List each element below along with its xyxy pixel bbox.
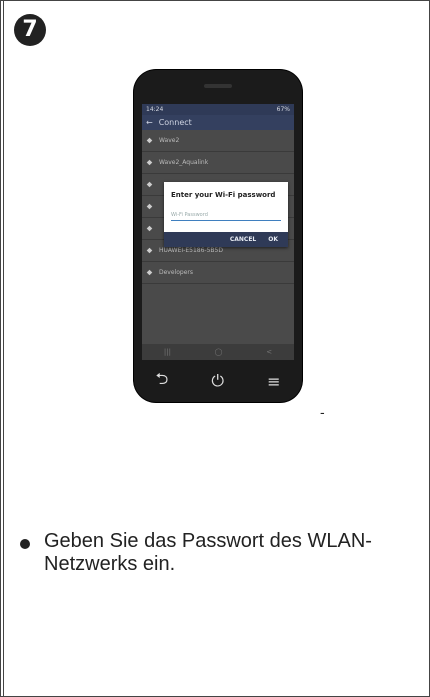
status-time: 14:24 (146, 106, 164, 113)
instruction-bullet: Geben Sie das Passwort des WLAN-Netzwerk… (20, 530, 410, 576)
wifi-network-item[interactable]: Wave2 (142, 130, 294, 152)
wifi-icon (146, 181, 153, 188)
wifi-icon (146, 159, 153, 166)
left-border-line (3, 0, 4, 697)
step-number-badge: 7 (14, 14, 46, 46)
wifi-network-name: Wave2 (159, 137, 180, 144)
hardware-nav-bar: ⮌ ⏻ ≡ (134, 360, 302, 402)
cancel-button[interactable]: CANCEL (230, 236, 256, 243)
back-arrow-icon[interactable]: ← (146, 118, 153, 127)
wifi-network-name: Wave2_Aqualink (159, 159, 209, 166)
wifi-network-name: HUAWEI-E5186-5B5D (159, 247, 223, 254)
dialog-title: Enter your Wi-Fi password (171, 191, 276, 199)
wifi-network-item[interactable]: Developers (142, 262, 294, 284)
instruction-text: Geben Sie das Passwort des WLAN-Netzwerk… (44, 530, 372, 575)
status-battery: 67% (276, 106, 290, 113)
wifi-icon (146, 137, 153, 144)
wifi-icon (146, 247, 153, 254)
status-bar: 14:24 67% (142, 104, 294, 115)
app-bar: ← Connect (142, 115, 294, 130)
home-icon[interactable]: ◯ (215, 348, 223, 356)
return-icon[interactable]: ⮌ (156, 368, 169, 395)
wifi-icon (146, 225, 153, 232)
power-icon[interactable]: ⏻ (211, 371, 224, 391)
wifi-network-name: Developers (159, 269, 193, 276)
dialog-actions: CANCEL OK (164, 232, 288, 247)
wifi-password-dialog: Enter your Wi-Fi password Wi-Fi Password… (164, 182, 288, 247)
phone-screen: 14:24 67% ← Connect Wave2 Wave2_Aqualink (142, 104, 294, 360)
wifi-icon (146, 269, 153, 276)
wifi-icon (146, 203, 153, 210)
wifi-password-input[interactable]: Wi-Fi Password (171, 212, 281, 221)
soft-nav-bar: ||| ◯ < (142, 344, 294, 360)
phone-speaker (204, 84, 232, 88)
menu-icon[interactable]: ≡ (267, 372, 280, 391)
app-bar-title: Connect (158, 118, 192, 127)
back-icon[interactable]: < (266, 348, 272, 356)
wifi-network-item[interactable]: Wave2_Aqualink (142, 152, 294, 174)
phone-mockup: 14:24 67% ← Connect Wave2 Wave2_Aqualink (134, 70, 302, 402)
recents-icon[interactable]: ||| (164, 348, 171, 356)
bullet-icon (20, 539, 30, 549)
trailing-dash: - (320, 404, 325, 420)
ok-button[interactable]: OK (268, 236, 278, 243)
